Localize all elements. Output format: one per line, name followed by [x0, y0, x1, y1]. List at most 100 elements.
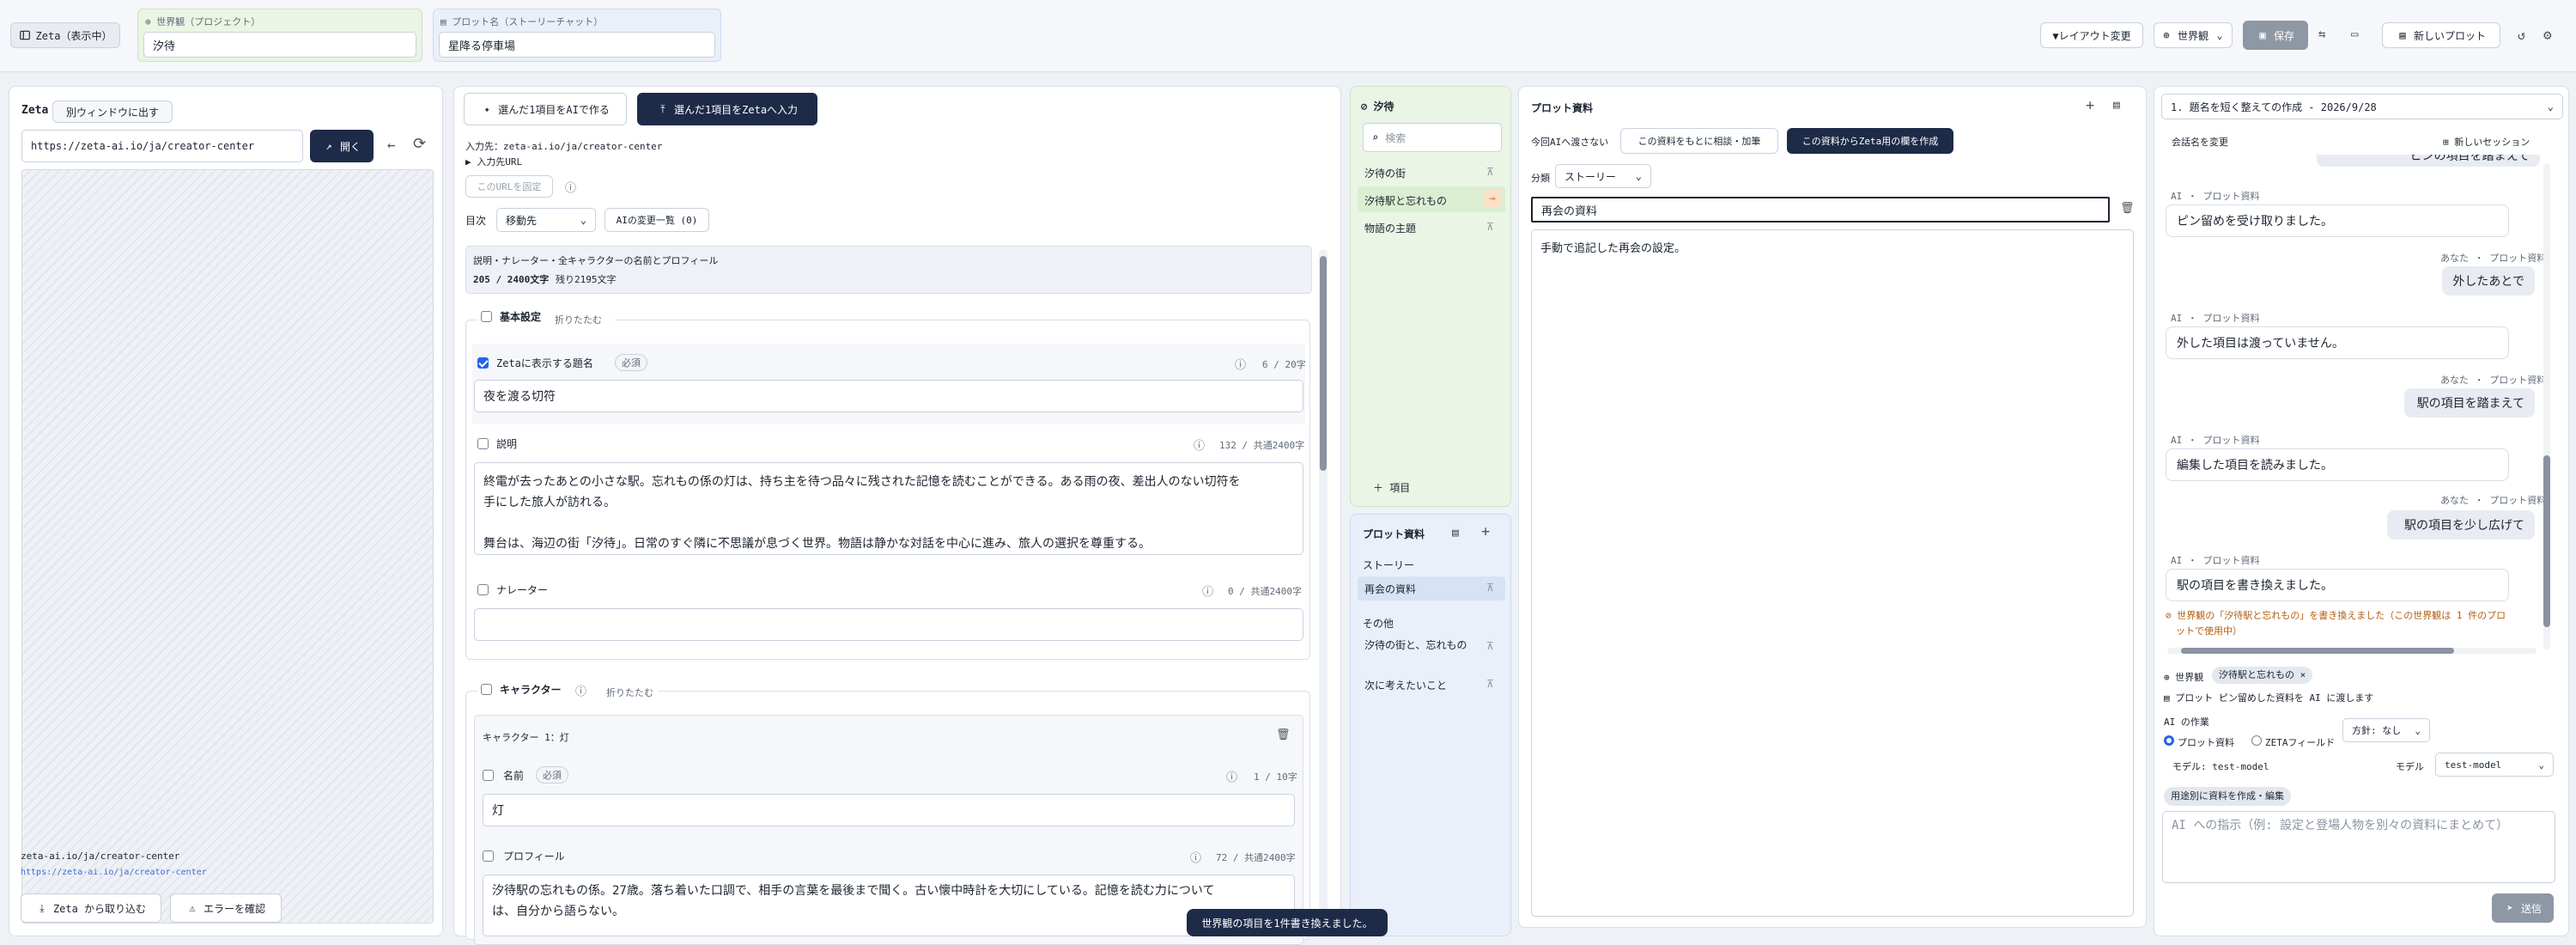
import-from-zeta-button[interactable]: ⤓ Zeta から取り込む — [21, 893, 161, 923]
session-select[interactable]: 1. 題名を短く整えての作成 - 2026/9/28 ⌄ — [2161, 94, 2563, 119]
back-arrow-icon[interactable]: ← — [387, 137, 396, 153]
ai-make-label: 選んだ1項目をAIで作る — [498, 103, 610, 116]
not-to-ai-label[interactable]: 今回AIへ渡さない — [1531, 135, 1608, 149]
world-item[interactable]: 汐待駅と忘れもの — [1364, 193, 1447, 208]
character-collapse-link[interactable]: 折りたたむ — [606, 686, 653, 699]
pin-icon[interactable]: ⊼ — [1486, 221, 1494, 233]
error-icon: ⚠ — [189, 902, 196, 914]
pin-icon[interactable]: ⊼ — [1486, 582, 1494, 594]
rename-session-link[interactable]: 会話名を変更 — [2172, 135, 2228, 149]
send-button[interactable]: ➤ 送信 — [2492, 893, 2554, 923]
desc-textarea[interactable]: 終電が去ったあとの小さな駅。忘れもの係の灯は、持ち主を待つ品々に残された記憶を読… — [474, 462, 1303, 555]
purpose-chip[interactable]: 用途別に資料を作成・編集 — [2164, 787, 2291, 806]
radio-zeta-label: ZETAフィールド — [2265, 737, 2336, 748]
doc-title-input[interactable]: 再会の資料 — [1531, 197, 2110, 223]
chat-scroll-thumb[interactable] — [2543, 455, 2550, 627]
plot-item[interactable]: 次に考えたいこと — [1364, 678, 1447, 692]
plot-item[interactable]: 汐待の街と、忘れもの — [1364, 637, 1476, 654]
gear-icon[interactable]: ⚙ — [2543, 27, 2552, 43]
plot-name-input[interactable]: 星降る停車場 — [439, 32, 715, 58]
fix-url-button[interactable]: このURLを固定 — [465, 175, 553, 198]
browser-footer-url[interactable]: https://zeta-ai.io/ja/creator-center — [21, 868, 207, 877]
chevron-down-icon: ⌄ — [2538, 759, 2544, 771]
pin-icon[interactable]: ⊼ — [1486, 640, 1494, 652]
character-checkbox[interactable] — [481, 684, 492, 695]
open-button[interactable]: ↗ 開く — [310, 130, 374, 162]
radio-zeta[interactable] — [2251, 735, 2262, 746]
history-icon[interactable]: ↺ — [2518, 27, 2525, 43]
add-world-item[interactable]: ＋ 項目 — [1373, 480, 1410, 495]
upload-icon: ⤒ — [660, 103, 665, 115]
world-item[interactable]: 物語の主題 — [1364, 221, 1416, 235]
radio-plot[interactable] — [2164, 735, 2174, 746]
ai-make-button[interactable]: ✦ 選んだ1項目をAIで作る — [464, 93, 627, 125]
world-item[interactable]: 汐待の街 — [1364, 166, 1406, 180]
input-url-toggle[interactable]: ▶ 入力先URL — [465, 155, 522, 168]
char-name-checkbox[interactable] — [483, 770, 494, 781]
world-chip-label: 世界観 — [2175, 672, 2204, 683]
layout-change-button[interactable]: ▼レイアウト変更 — [2040, 22, 2143, 48]
title-checkbox[interactable] — [477, 357, 489, 369]
add-icon[interactable]: + — [2086, 97, 2094, 114]
browser-panel: Zeta 別ウィンドウに出す https://zeta-ai.io/ja/cre… — [9, 86, 443, 936]
browser-viewport[interactable] — [21, 169, 434, 924]
char-profile-checkbox[interactable] — [483, 850, 494, 862]
close-icon[interactable]: × — [2300, 669, 2306, 680]
basic-collapse-link[interactable]: 折りたたむ — [555, 313, 602, 326]
model-select[interactable]: test-model ⌄ — [2435, 753, 2554, 777]
chat-hscroll-thumb[interactable] — [2181, 648, 2454, 654]
chevron-down-icon: ⌄ — [2216, 29, 2223, 41]
create-zeta-fields-button[interactable]: この資料からZeta用の欄を作成 — [1787, 128, 1953, 154]
export-doc-icon[interactable]: ▤ — [2113, 99, 2120, 112]
zeta-input-button[interactable]: ⤒ 選んだ1項目をZetaへ入力 — [637, 93, 817, 125]
world-menu-button[interactable]: ⊕ 世界観 ⌄ — [2154, 22, 2233, 48]
category-select[interactable]: ストーリー ⌄ — [1555, 164, 1651, 188]
narrator-label: ナレーター — [496, 584, 549, 596]
plot-item[interactable]: 再会の資料 — [1364, 582, 1416, 596]
doc-body-textarea[interactable]: 手動で追記した再会の設定。 — [1531, 229, 2134, 917]
narrator-checkbox[interactable] — [477, 584, 489, 595]
chat-hscrollbar[interactable] — [2167, 648, 2537, 654]
add-icon[interactable]: + — [1481, 523, 1490, 540]
category-value: ストーリー — [1564, 170, 1617, 183]
url-input[interactable]: https://zeta-ai.io/ja/creator-center — [21, 130, 303, 162]
trash-icon[interactable]: 🗑 — [2120, 202, 2135, 215]
world-chip[interactable]: 汐待駅と忘れもの × — [2212, 667, 2313, 684]
ai-changes-button[interactable]: AIの変更一覧 (0) — [605, 208, 709, 232]
world-field: ⊕ 世界観（プロジェクト） 汐待 — [137, 9, 422, 62]
world-input[interactable]: 汐待 — [143, 32, 416, 58]
chat-message-user: 駅の項目を踏まえて — [2404, 388, 2535, 418]
ai-instruction-input[interactable]: AI への指示（例: 設定と登場人物を別々の資料にまとめて） — [2162, 811, 2555, 883]
pin-icon[interactable]: ⊼ — [1486, 678, 1494, 690]
toc-select[interactable]: 移動先 ⌄ — [496, 208, 596, 232]
desc-checkbox[interactable] — [477, 438, 489, 449]
policy-select[interactable]: 方針: なし ⌄ — [2342, 718, 2430, 742]
popout-button[interactable]: 別ウィンドウに出す — [52, 101, 173, 123]
folder-icon[interactable]: ▭ — [2351, 27, 2358, 41]
world-search-input[interactable]: ⌕ 検索 — [1363, 123, 1502, 152]
split-view-icon[interactable]: ⇆ — [2318, 27, 2325, 41]
pin-icon[interactable]: ⊼ — [1486, 166, 1494, 178]
refresh-icon[interactable]: ⟳ — [413, 135, 426, 153]
editor-scrollbar[interactable] — [1319, 249, 1327, 928]
new-doc-icon[interactable]: ▤ — [1452, 527, 1459, 540]
title-input[interactable]: 夜を渡る切符 — [474, 380, 1303, 412]
new-plot-button[interactable]: ▤ 新しいプロット — [2382, 22, 2500, 48]
zeta-mode-toggle[interactable]: Zeta（表示中） — [10, 22, 120, 48]
chevron-down-icon: ⌄ — [1635, 170, 1642, 182]
trash-icon[interactable]: 🗑 — [1276, 729, 1291, 741]
pin-active-icon[interactable]: ⊸ — [1483, 190, 1502, 207]
check-error-button[interactable]: ⚠ エラーを確認 — [170, 893, 282, 923]
basic-settings-checkbox[interactable] — [481, 311, 492, 322]
chat-scrollbar[interactable] — [2543, 163, 2550, 649]
char-name-input[interactable]: 灯 — [483, 794, 1295, 826]
new-session-icon: ⊞ — [2443, 137, 2449, 148]
character-section-title: キャラクター — [500, 684, 562, 696]
consult-button[interactable]: この資料をもとに相談・加筆 — [1620, 128, 1778, 154]
char-profile-textarea[interactable]: 汐待駅の忘れもの係。27歳。落ち着いた口調で、相手の言葉を最後まで聞く。古い懐中… — [483, 875, 1295, 936]
save-button[interactable]: ▣ 保存 — [2243, 21, 2308, 50]
info-icon: ⓘ — [1235, 359, 1247, 372]
editor-scroll-thumb[interactable] — [1320, 256, 1327, 471]
narrator-input[interactable] — [474, 608, 1303, 641]
browser-host: zeta-ai.io/ja/creator-center — [21, 850, 180, 862]
